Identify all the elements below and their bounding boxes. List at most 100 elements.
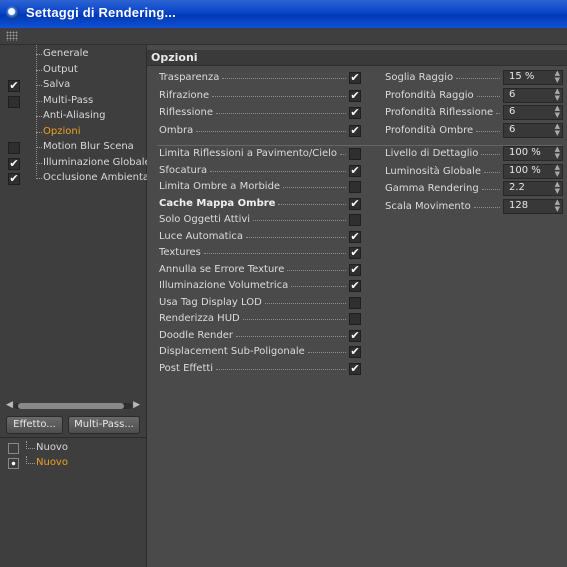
sidebar-item-multi-pass[interactable]: Multi-Pass [0, 94, 146, 109]
option-checkbox[interactable] [349, 197, 361, 210]
leader-dots [278, 203, 346, 205]
option-checkbox[interactable] [349, 124, 361, 137]
option-checkbox[interactable] [349, 230, 361, 243]
numeric-input[interactable]: 6 ▲ ▼ [503, 122, 563, 138]
option-riflessione[interactable]: Riflessione [159, 106, 364, 121]
spinner-arrows-icon[interactable]: ▲ ▼ [555, 105, 560, 119]
option-checkbox[interactable] [349, 181, 361, 193]
option-textures[interactable]: Textures [159, 246, 364, 261]
sidebar-item-label: Salva [43, 79, 71, 90]
numeric-input[interactable]: 100 % ▲ ▼ [503, 146, 563, 161]
spinner-arrows-icon[interactable]: ▲ ▼ [555, 163, 560, 178]
option-ombra[interactable]: Ombra [159, 124, 364, 139]
sidebar-scrollbar[interactable]: ◀ ▶ [6, 400, 140, 410]
option-trasparenza[interactable]: Trasparenza [159, 71, 364, 86]
option-limita-riflessioni-a-pavimento-cielo[interactable]: Limita Riflessioni a Pavimento/Cielo [159, 147, 364, 162]
tree-branch [36, 116, 42, 117]
option-label: Renderizza HUD [159, 313, 240, 324]
spinner-arrows-icon[interactable]: ▲ ▼ [555, 122, 560, 137]
effect-button[interactable]: Effetto... [6, 416, 63, 434]
numeric-input[interactable]: 6 ▲ ▼ [503, 105, 563, 120]
spinner-arrows-icon[interactable]: ▲ ▼ [555, 146, 560, 160]
section-header: Opzioni [147, 50, 567, 66]
sidebar-item-label: Illuminazione Globale [43, 156, 151, 168]
sidebar-checkbox[interactable] [8, 142, 20, 154]
option-label: Limita Ombre a Morbide [159, 181, 281, 192]
option-luce-automatica[interactable]: Luce Automatica [159, 230, 364, 245]
numeric-input[interactable]: 2.2 ▲ ▼ [503, 181, 563, 196]
option-rifrazione[interactable]: Rifrazione [159, 89, 364, 104]
option-checkbox[interactable] [349, 107, 361, 119]
sidebar-item-generale[interactable]: Generale [0, 47, 146, 62]
sidebar-checkbox[interactable] [8, 173, 20, 185]
option-label: Solo Oggetti Attivi [159, 214, 251, 225]
sidebar-item-opzioni[interactable]: Opzioni [0, 125, 146, 140]
section-title: Opzioni [151, 51, 198, 64]
enable-toggle-icon[interactable] [8, 443, 19, 454]
scroll-left-icon[interactable]: ◀ [6, 400, 13, 410]
option-label: Cache Mappa Ombre [159, 197, 276, 209]
option-checkbox[interactable] [349, 164, 361, 177]
option-usa-tag-display-lod[interactable]: Usa Tag Display LOD [159, 296, 364, 311]
leader-dots [283, 187, 346, 188]
option-checkbox[interactable] [349, 362, 361, 375]
multipass-button[interactable]: Multi-Pass... [68, 416, 140, 434]
option-illuminazione-volumetrica[interactable]: Illuminazione Volumetrica [159, 279, 364, 294]
tree-branch [36, 54, 42, 55]
option-post-effetti[interactable]: Post Effetti [159, 362, 364, 377]
option-displacement-sub-poligonale[interactable]: Displacement Sub-Poligonale [159, 345, 364, 360]
spinner-arrows-icon[interactable]: ▲ ▼ [555, 87, 560, 102]
option-cache-mappa-ombre[interactable]: Cache Mappa Ombre [159, 197, 364, 212]
sidebar-item-illuminazione-globale[interactable]: Illuminazione Globale [0, 156, 151, 171]
option-checkbox[interactable] [349, 346, 361, 358]
numeric-input[interactable]: 6 ▲ ▼ [503, 87, 563, 103]
option-checkbox[interactable] [349, 296, 361, 309]
sidebar-item-output[interactable]: Output [0, 63, 146, 78]
post-effect-item[interactable]: Nuovo [0, 456, 146, 471]
sidebar-item-motion-blur-scena[interactable]: Motion Blur Scena [0, 140, 146, 155]
sidebar-checkbox[interactable] [8, 80, 20, 92]
grip-handle-icon[interactable] [6, 31, 18, 41]
post-effect-item[interactable]: Nuovo [0, 441, 146, 456]
option-checkbox[interactable] [349, 72, 361, 84]
option-renderizza-hud[interactable]: Renderizza HUD [159, 312, 364, 327]
option-checkbox[interactable] [349, 89, 361, 102]
leader-dots [246, 236, 346, 238]
option-checkbox[interactable] [349, 280, 361, 292]
option-sfocatura[interactable]: Sfocatura [159, 164, 364, 179]
tree-branch [36, 85, 42, 86]
option-checkbox[interactable] [349, 329, 361, 342]
option-solo-oggetti-attivi[interactable]: Solo Oggetti Attivi [159, 213, 364, 228]
field-label: Scala Movimento [385, 200, 471, 212]
enable-toggle-icon[interactable] [8, 458, 19, 469]
numeric-input[interactable]: 128 ▲ ▼ [503, 198, 563, 214]
option-limita-ombre-a-morbide[interactable]: Limita Ombre a Morbide [159, 180, 364, 195]
field-label: Livello di Dettaglio [385, 148, 479, 159]
app-icon [6, 6, 20, 20]
option-checkbox[interactable] [349, 148, 361, 160]
title-bar: Settaggi di Rendering... [0, 0, 567, 28]
sidebar-item-salva[interactable]: Salva [0, 78, 146, 93]
sidebar-checkbox[interactable] [8, 95, 20, 108]
scroll-thumb[interactable] [18, 403, 124, 409]
sidebar-checkbox[interactable] [8, 157, 20, 170]
numeric-input[interactable]: 15 % ▲ ▼ [503, 70, 563, 85]
option-annulla-se-errore-texture[interactable]: Annulla se Errore Texture [159, 263, 364, 278]
scroll-right-icon[interactable]: ▶ [133, 400, 140, 410]
option-checkbox[interactable] [349, 263, 361, 276]
spinner-arrows-icon[interactable]: ▲ ▼ [555, 181, 560, 195]
option-checkbox[interactable] [349, 247, 361, 259]
option-checkbox[interactable] [349, 313, 361, 325]
sidebar-item-occlusione-ambientale[interactable]: Occlusione Ambientale [0, 171, 158, 186]
leader-dots [243, 319, 346, 320]
numeric-value: 2.2 [509, 182, 525, 193]
sidebar-item-anti-aliasing[interactable]: Anti-Aliasing [0, 109, 146, 124]
spinner-arrows-icon[interactable]: ▲ ▼ [555, 198, 560, 213]
option-doodle-render[interactable]: Doodle Render [159, 329, 364, 344]
numeric-input[interactable]: 100 % ▲ ▼ [503, 163, 563, 179]
leader-dots [222, 78, 346, 79]
option-checkbox[interactable] [349, 214, 361, 226]
spinner-arrows-icon[interactable]: ▲ ▼ [555, 70, 560, 84]
option-label: Luce Automatica [159, 230, 243, 242]
field-label: Soglia Raggio [385, 72, 454, 83]
